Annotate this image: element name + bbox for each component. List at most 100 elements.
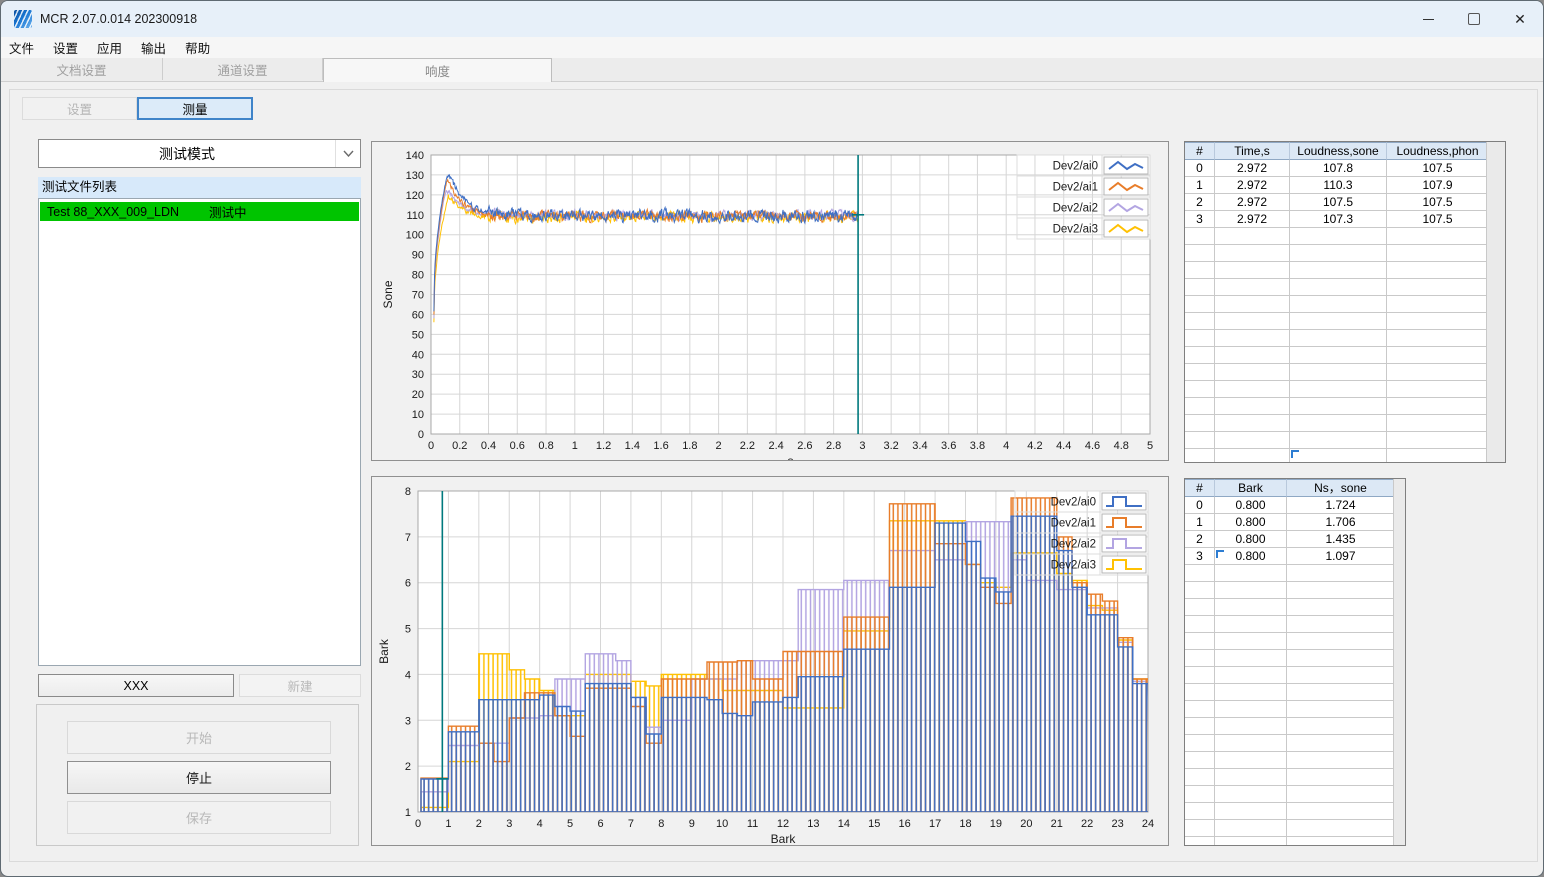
title-bar: MCR 2.07.0.014 202300918 ✕	[1, 1, 1543, 37]
svg-text:1: 1	[445, 818, 451, 830]
svg-text:4: 4	[405, 669, 411, 681]
svg-text:1: 1	[572, 440, 578, 452]
subtab-measure-button[interactable]: 测量	[137, 97, 253, 120]
table-row[interactable]	[1185, 415, 1505, 432]
table-cell	[1215, 245, 1290, 262]
table-cell	[1387, 279, 1489, 296]
table-cell	[1185, 667, 1215, 684]
svg-text:0: 0	[418, 429, 424, 441]
svg-text:5: 5	[405, 624, 411, 636]
table-row[interactable]: 3 2.972 107.3 107.5	[1185, 211, 1505, 228]
close-button[interactable]: ✕	[1497, 1, 1543, 37]
table-row[interactable]	[1185, 381, 1505, 398]
save-button[interactable]: 保存	[67, 801, 331, 834]
table-row[interactable]	[1185, 565, 1405, 582]
table-cell: 0.800	[1215, 531, 1287, 548]
tab-loudness[interactable]: 响度	[323, 58, 552, 82]
table-row[interactable]	[1185, 667, 1405, 684]
new-button[interactable]: 新建	[239, 674, 361, 697]
table-row[interactable]	[1185, 803, 1405, 820]
menu-settings[interactable]: 设置	[48, 36, 83, 59]
loudness-time-chart[interactable]: 0 0.2 0.4 0.6 0.8 1 1.2 1.4 1.6 1.8 2 2.2 2.4 2.6 2.8 3…	[371, 141, 1169, 468]
table-row[interactable]	[1185, 347, 1505, 364]
table-cell	[1215, 616, 1287, 633]
svg-text:3: 3	[506, 818, 512, 830]
table-row[interactable]	[1185, 684, 1405, 701]
maximize-button[interactable]	[1451, 1, 1497, 37]
start-button[interactable]: 开始	[67, 721, 331, 754]
table-row[interactable]: 2 0.800 1.435	[1185, 531, 1405, 548]
table-row[interactable]	[1185, 228, 1505, 245]
table-cell: 0	[1185, 160, 1215, 177]
table-cell	[1185, 565, 1215, 582]
chevron-down-icon[interactable]	[335, 140, 360, 167]
svg-text:50: 50	[412, 329, 424, 341]
table-row[interactable]	[1185, 769, 1405, 786]
test-mode-dropdown[interactable]: 测试模式	[38, 139, 361, 168]
table-cell	[1185, 415, 1215, 432]
table-row[interactable]	[1185, 701, 1405, 718]
table-row[interactable]	[1185, 330, 1505, 347]
table-scroll-filler	[1393, 479, 1405, 845]
subtab-settings-button[interactable]: 设置	[22, 97, 137, 120]
table-row[interactable]: 2 2.972 107.5 107.5	[1185, 194, 1505, 211]
table-cell	[1215, 633, 1287, 650]
menu-help[interactable]: 帮助	[180, 36, 215, 59]
table-cell	[1215, 228, 1290, 245]
table-row[interactable]	[1185, 616, 1405, 633]
table-cell	[1215, 667, 1287, 684]
stop-button[interactable]: 停止	[67, 761, 331, 794]
table-row[interactable]	[1185, 245, 1505, 262]
list-item-test-file[interactable]: Test 88_XXX_009_LDN 测试中	[40, 202, 359, 221]
svg-text:2: 2	[405, 761, 411, 773]
table-row[interactable]	[1185, 449, 1505, 462]
minimize-button[interactable]	[1405, 1, 1451, 37]
table-row[interactable]	[1185, 633, 1405, 650]
table-row[interactable]	[1185, 786, 1405, 803]
table-row[interactable]	[1185, 364, 1505, 381]
table-cell	[1287, 718, 1395, 735]
menu-apply[interactable]: 应用	[92, 36, 127, 59]
table-cell	[1290, 313, 1387, 330]
maximize-icon	[1468, 13, 1480, 25]
table-row[interactable]	[1185, 313, 1505, 330]
table-row[interactable]	[1185, 262, 1505, 279]
close-icon: ✕	[1514, 11, 1526, 27]
table-row[interactable]	[1185, 599, 1405, 616]
table-row[interactable]	[1185, 582, 1405, 599]
svg-text:7: 7	[628, 818, 634, 830]
svg-text:8: 8	[405, 486, 411, 498]
svg-text:12: 12	[777, 818, 789, 830]
loudness-results-table[interactable]: # Time,s Loudness,sone Loudness,phon 0 2.972 1…	[1184, 141, 1506, 463]
table-row[interactable]	[1185, 718, 1405, 735]
bark-results-table[interactable]: # Bark Ns，sone 0 0.800 1.724 1 0.800 1.706 2 0.800…	[1184, 478, 1406, 846]
table-row[interactable]	[1185, 735, 1405, 752]
table-cell	[1387, 364, 1489, 381]
table-row[interactable]: 1 0.800 1.706	[1185, 514, 1405, 531]
table-row[interactable]	[1185, 296, 1505, 313]
column-header: Loudness,sone	[1290, 142, 1387, 160]
tab-document-settings[interactable]: 文档设置	[1, 58, 163, 80]
table-row[interactable]	[1185, 820, 1405, 837]
table-cell	[1185, 718, 1215, 735]
menu-output[interactable]: 输出	[136, 36, 171, 59]
svg-text:18: 18	[959, 818, 971, 830]
table-row[interactable]: 1 2.972 110.3 107.9	[1185, 177, 1505, 194]
table-cell	[1215, 398, 1290, 415]
table-row[interactable]	[1185, 398, 1505, 415]
specific-loudness-chart[interactable]: 0 1 2 3 4 5 6 7 8 9 10 11 12 13 14 15 16 17 18 19 20 21 22 23 24…	[371, 476, 1169, 846]
table-row[interactable]	[1185, 650, 1405, 667]
table-row[interactable]: 0 2.972 107.8 107.5	[1185, 160, 1505, 177]
table-row[interactable]: 0 0.800 1.724	[1185, 497, 1405, 514]
tab-channel-settings[interactable]: 通道设置	[163, 58, 323, 80]
table-row[interactable]	[1185, 432, 1505, 449]
column-header: #	[1185, 142, 1215, 160]
svg-text:20: 20	[1020, 818, 1032, 830]
table-row[interactable]	[1185, 279, 1505, 296]
table-cell: 0	[1185, 497, 1215, 514]
table-row[interactable]	[1185, 752, 1405, 769]
menu-file[interactable]: 文件	[4, 36, 39, 59]
test-file-list[interactable]: Test 88_XXX_009_LDN 测试中	[38, 198, 361, 666]
table-row[interactable]	[1185, 837, 1405, 845]
xxx-button[interactable]: XXX	[38, 674, 234, 697]
